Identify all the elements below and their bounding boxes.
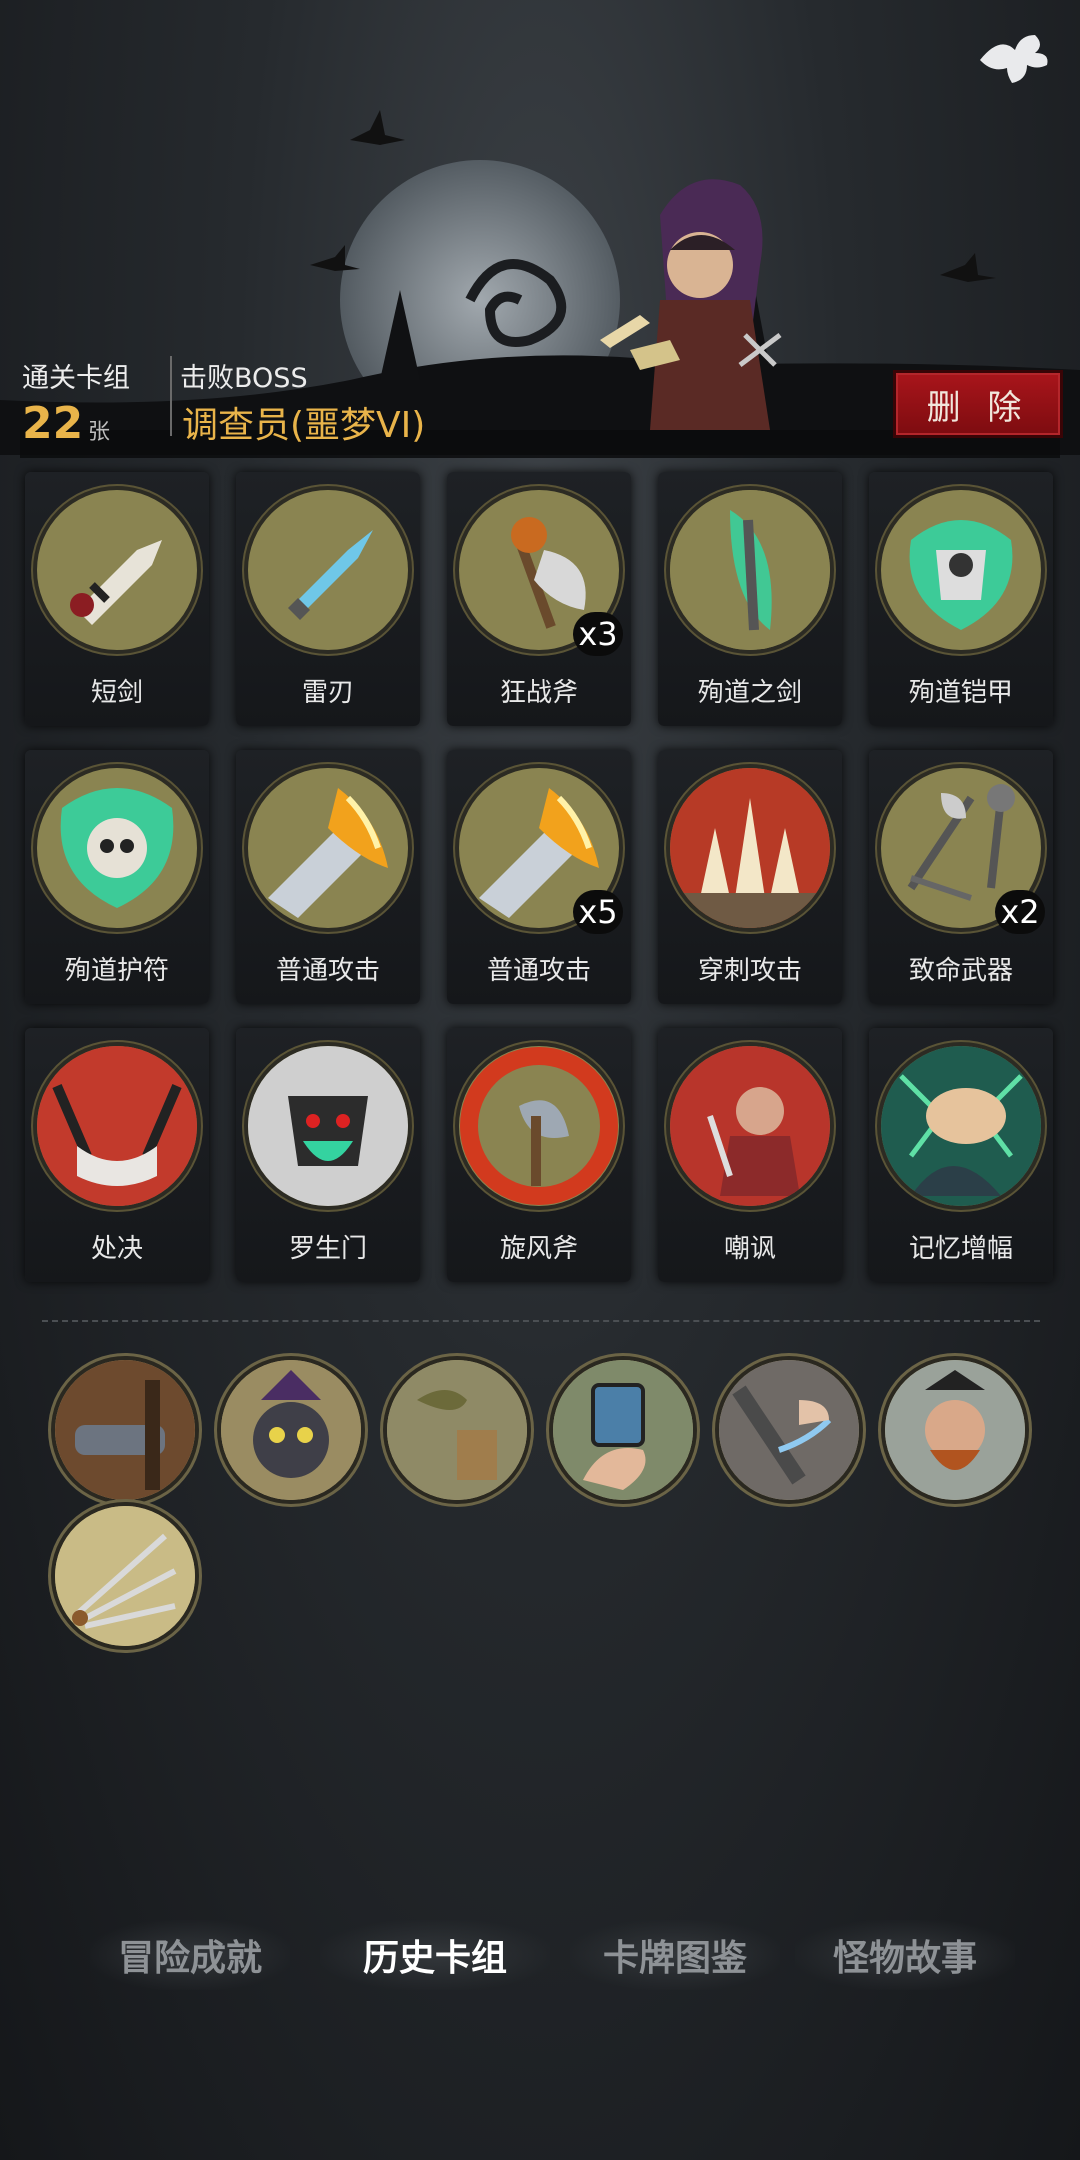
section-divider <box>42 1320 1040 1322</box>
card-name: 罗生门 <box>288 1234 367 1264</box>
cannon-relic-icon <box>55 1360 195 1500</box>
delete-button[interactable]: 删 除 <box>893 370 1063 438</box>
card-art <box>670 768 830 928</box>
bottom-tab-bar: 冒险成就 历史卡组 卡牌图鉴 怪物故事 <box>0 1920 1080 1990</box>
card-name: 普通攻击 <box>486 956 591 986</box>
bird-relic-icon <box>387 1360 527 1500</box>
card-item[interactable]: 普通攻击 x5 <box>447 750 631 1004</box>
taunt-icon <box>670 1046 830 1206</box>
close-button[interactable] <box>970 25 1050 95</box>
ghost-sword-icon <box>670 490 830 650</box>
card-name: 致命武器 <box>908 956 1013 986</box>
card-art <box>881 1046 1041 1206</box>
whirlwind-axe-icon <box>460 1047 618 1205</box>
card-item[interactable]: 狂战斧 x3 <box>447 472 631 726</box>
ghost-wing-icon <box>980 35 1048 83</box>
tab-monster-stories[interactable]: 怪物故事 <box>795 1920 1015 1990</box>
relic-item[interactable] <box>55 1360 195 1500</box>
card-art <box>670 1046 830 1206</box>
card-name: 雷刃 <box>301 678 354 708</box>
card-item[interactable]: 殉道护符 <box>25 750 209 1004</box>
card-art <box>670 490 830 650</box>
relic-item[interactable] <box>221 1360 361 1500</box>
card-name: 狂战斧 <box>499 678 578 708</box>
card-art <box>248 768 408 928</box>
relic-item[interactable] <box>885 1360 1025 1500</box>
card-item[interactable]: 罗生门 <box>236 1028 420 1282</box>
deck-label: 通关卡组 <box>22 363 130 394</box>
card-item[interactable]: 普通攻击 <box>236 750 420 1004</box>
blue-blade-icon <box>288 530 373 620</box>
tab-history-deck[interactable]: 历史卡组 <box>320 1920 550 1990</box>
card-item[interactable]: 嘲讽 <box>658 1028 842 1282</box>
card-name: 短剑 <box>90 678 143 708</box>
card-name: 殉道铠甲 <box>908 678 1013 708</box>
ghost-armor-icon <box>909 520 1013 630</box>
relic-item[interactable] <box>719 1360 859 1500</box>
card-art <box>37 1046 197 1206</box>
throwing-knives-relic-icon <box>55 1506 195 1646</box>
dagger-icon <box>70 540 162 625</box>
deck-stats: 通关卡组 22 张 <box>22 356 130 449</box>
deck-unit: 张 <box>88 420 111 445</box>
card-art <box>248 1046 408 1206</box>
relic-item[interactable] <box>55 1506 195 1646</box>
tab-achievements[interactable]: 冒险成就 <box>90 1920 290 1990</box>
skull-amulet-icon <box>60 788 174 908</box>
execution-icon <box>37 1046 197 1206</box>
card-art <box>37 490 197 650</box>
card-hand-relic-icon <box>553 1360 693 1500</box>
card-count-badge: x3 <box>573 612 623 656</box>
card-item[interactable]: 雷刃 <box>236 472 420 726</box>
card-item[interactable]: 旋风斧 <box>447 1028 631 1282</box>
card-name: 普通攻击 <box>275 956 380 986</box>
flaming-sword-icon <box>268 788 388 918</box>
card-item[interactable]: 短剑 <box>25 472 209 726</box>
slash-hand-relic-icon <box>719 1360 859 1500</box>
demon-gate-icon <box>248 1046 408 1206</box>
relic-item[interactable] <box>387 1360 527 1500</box>
boss-name: 调查员(噩梦VI) <box>182 405 426 446</box>
card-name: 殉道护符 <box>64 956 169 986</box>
bat-icon <box>350 110 405 145</box>
brain-icon <box>881 1046 1041 1206</box>
bat-icon <box>940 253 996 282</box>
card-name: 嘲讽 <box>723 1234 776 1264</box>
card-item[interactable]: 殉道之剑 <box>658 472 842 726</box>
card-item[interactable]: 殉道铠甲 <box>869 472 1053 726</box>
relic-item[interactable] <box>553 1360 693 1500</box>
card-art <box>37 768 197 928</box>
card-item[interactable]: 穿刺攻击 <box>658 750 842 1004</box>
deck-count: 22 <box>22 398 84 449</box>
card-name: 穿刺攻击 <box>697 956 802 986</box>
card-count-badge: x5 <box>573 890 623 934</box>
pirate-relic-icon <box>885 1360 1025 1500</box>
card-item[interactable]: 致命武器 x2 <box>869 750 1053 1004</box>
card-art <box>248 490 408 650</box>
card-count-badge: x2 <box>995 890 1045 934</box>
card-item[interactable]: 处决 <box>25 1028 209 1282</box>
boss-info: 击败BOSS 调查员(噩梦VI) <box>170 356 425 446</box>
card-item[interactable]: 记忆增幅 <box>869 1028 1053 1282</box>
card-art <box>881 490 1041 650</box>
card-name: 处决 <box>90 1234 143 1264</box>
card-name: 殉道之剑 <box>697 678 802 708</box>
witch-cat-relic-icon <box>221 1360 361 1500</box>
card-name: 记忆增幅 <box>908 1234 1013 1264</box>
tab-card-codex[interactable]: 卡牌图鉴 <box>570 1920 780 1990</box>
boss-label: 击败BOSS <box>180 363 308 394</box>
card-name: 旋风斧 <box>499 1234 578 1264</box>
spikes-icon <box>670 768 830 928</box>
card-art <box>459 1046 619 1206</box>
